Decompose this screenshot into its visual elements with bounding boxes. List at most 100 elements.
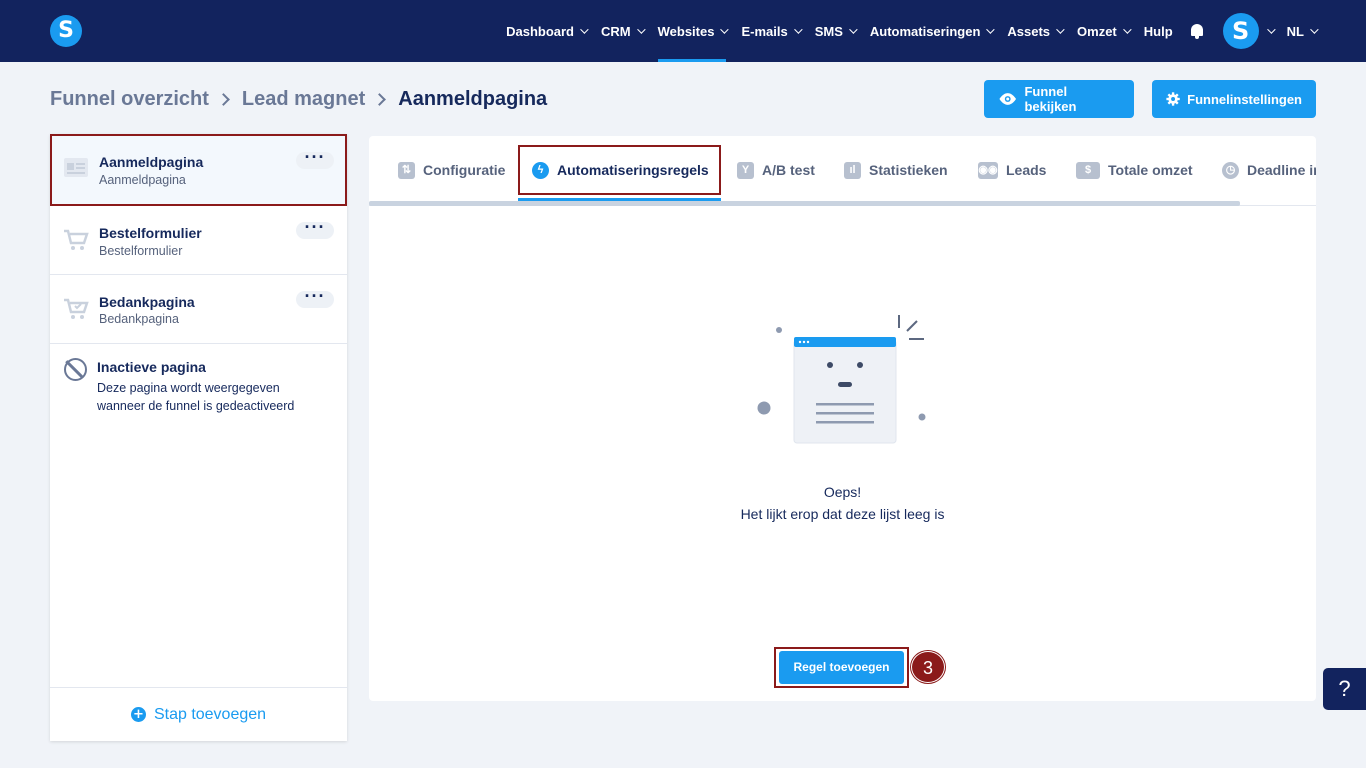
help-button[interactable]: ? (1323, 668, 1366, 710)
chevron-down-icon (849, 25, 858, 34)
app-logo[interactable]: S (50, 15, 82, 47)
nav-automatiseringen-label: Automatiseringen (869, 23, 981, 39)
chevron-down-icon (720, 25, 730, 34)
step-title: Bedankpagina (99, 294, 195, 310)
plus-circle-icon: + (130, 707, 146, 722)
tab-bar: ⇅ Configuratie ϟ Automatiseringsregels Y A/… (369, 136, 1316, 206)
view-funnel-button[interactable]: Funnel bekijken (984, 80, 1134, 118)
nav-hulp[interactable]: Hulp (1144, 0, 1173, 62)
nav-dashboard[interactable]: Dashboard (506, 0, 589, 62)
nav-assets[interactable]: Assets (1007, 0, 1065, 62)
chevron-right-icon (217, 92, 230, 106)
breadcrumb-funnel-overview[interactable]: Funnel overzicht (50, 88, 209, 111)
more-options-button[interactable]: ··· (296, 218, 334, 239)
empty-state-description: Het lijkt erop dat deze lijst leeg is (740, 506, 945, 522)
add-rule-button[interactable]: Regel toevoegen (779, 651, 904, 684)
nav-sms-label: SMS (814, 23, 843, 39)
step-bestelformulier[interactable]: Bestelformulier Bestelformulier ··· (50, 206, 347, 275)
sliders-icon: ⇅ (398, 161, 415, 179)
chevron-down-icon[interactable] (1266, 25, 1276, 34)
language-selector[interactable]: NL (1286, 0, 1319, 62)
tab-leads[interactable]: ◉◉ Leads (978, 158, 1046, 182)
chevron-down-icon (793, 25, 803, 34)
tab-label: Automatiseringsregels (557, 162, 709, 178)
tab-label: Leads (1006, 162, 1047, 178)
form-page-icon (64, 158, 88, 177)
nav-websites-label: Websites (657, 23, 715, 39)
view-funnel-label: Funnel bekijken (1024, 84, 1077, 114)
nav-crm[interactable]: CRM (601, 0, 646, 62)
nav-automatiseringen[interactable]: Automatiseringen (869, 0, 996, 62)
main-panel: ⇅ Configuratie ϟ Automatiseringsregels Y A/… (369, 136, 1316, 701)
bell-icon[interactable] (1189, 22, 1205, 40)
inactive-page-description: Deze pagina wordt weergegeven wanneer de… (97, 381, 295, 413)
nav-websites[interactable]: Websites (657, 0, 730, 62)
tab-configuratie[interactable]: ⇅ Configuratie (398, 158, 505, 182)
tab-automatiseringsregels[interactable]: ϟ Automatiseringsregels (532, 158, 709, 182)
nav-dashboard-label: Dashboard (506, 23, 574, 39)
cart-check-icon (64, 298, 89, 319)
add-step-label: Stap toevoegen (153, 705, 267, 723)
breadcrumb: Funnel overzicht Lead magnet Aanmeldpagi… (50, 86, 547, 112)
step-subtitle: Bestelformulier (99, 244, 183, 258)
more-options-button[interactable]: ··· (296, 148, 334, 169)
funnel-settings-label: Funnelinstellingen (1187, 91, 1302, 107)
tab-label: Totale omzet (1108, 162, 1193, 178)
step-aanmeldpagina[interactable]: Aanmeldpagina Aanmeldpagina ··· (50, 134, 347, 206)
chevron-down-icon (636, 25, 646, 34)
nav-emails-label: E-mails (741, 23, 788, 39)
step-number-badge: 3 (911, 651, 945, 683)
step-title: Aanmeldpagina (99, 154, 204, 170)
nav-omzet[interactable]: Omzet (1077, 0, 1132, 62)
funnel-settings-button[interactable]: Funnelinstellingen (1152, 80, 1316, 118)
split-icon: Y (737, 161, 754, 179)
tab-scrollbar[interactable] (369, 201, 1240, 206)
bolt-icon: ϟ (532, 161, 549, 179)
disabled-icon (64, 358, 87, 381)
chevron-down-icon (1056, 25, 1065, 34)
step-subtitle: Bedankpagina (99, 312, 179, 326)
people-icon: ◉◉ (978, 161, 998, 179)
clock-icon: ◷ (1222, 161, 1239, 179)
eye-icon (999, 93, 1016, 105)
add-step-button[interactable]: + Stap toevoegen (50, 687, 347, 741)
language-label: NL (1286, 23, 1304, 39)
tab-statistieken[interactable]: ıl Statistieken (844, 158, 948, 182)
funnel-steps-sidebar: Aanmeldpagina Aanmeldpagina ··· Bestelfo… (50, 134, 347, 741)
nav-hulp-label: Hulp (1143, 23, 1173, 39)
avatar[interactable]: S (1222, 13, 1259, 49)
inactive-page-title: Inactieve pagina (97, 359, 206, 375)
tab-label: Deadline ir (1247, 162, 1316, 178)
main-nav: Dashboard CRM Websites E-mails SMS Autom… (491, 0, 1319, 62)
empty-state-title: Oeps! (823, 484, 862, 500)
tab-ab-test[interactable]: Y A/B test (737, 158, 815, 182)
inactive-page[interactable]: Inactieve pagina Deze pagina wordt weerg… (50, 344, 347, 424)
nav-omzet-label: Omzet (1077, 23, 1117, 39)
breadcrumb-lead-magnet[interactable]: Lead magnet (242, 88, 365, 111)
nav-sms[interactable]: SMS (814, 0, 858, 62)
step-subtitle: Aanmeldpagina (99, 173, 186, 187)
tab-label: Statistieken (869, 162, 948, 178)
more-options-button[interactable]: ··· (296, 287, 334, 308)
gear-icon (1166, 92, 1180, 106)
chevron-down-icon (1122, 25, 1132, 34)
tab-totale-omzet[interactable]: $ Totale omzet (1076, 158, 1193, 182)
chevron-down-icon (986, 25, 996, 34)
bar-chart-icon: ıl (844, 161, 861, 179)
chevron-down-icon (580, 25, 589, 34)
cart-icon (64, 229, 89, 250)
empty-list-illustration (757, 315, 926, 444)
step-bedankpagina[interactable]: Bedankpagina Bedankpagina ··· (50, 275, 347, 344)
nav-crm-label: CRM (601, 23, 631, 39)
dollar-icon: $ (1076, 161, 1100, 179)
chevron-down-icon (1310, 25, 1319, 34)
tab-label: Configuratie (423, 162, 506, 178)
chevron-right-icon (373, 92, 387, 106)
nav-emails[interactable]: E-mails (741, 0, 803, 62)
tab-label: A/B test (762, 162, 815, 178)
nav-assets-label: Assets (1007, 23, 1051, 39)
tab-deadline[interactable]: ◷ Deadline ir (1222, 158, 1316, 182)
breadcrumb-current-page: Aanmeldpagina (398, 87, 548, 110)
top-navbar: S Dashboard CRM Websites E-mails SMS Aut… (0, 0, 1366, 62)
step-title: Bestelformulier (99, 225, 202, 241)
